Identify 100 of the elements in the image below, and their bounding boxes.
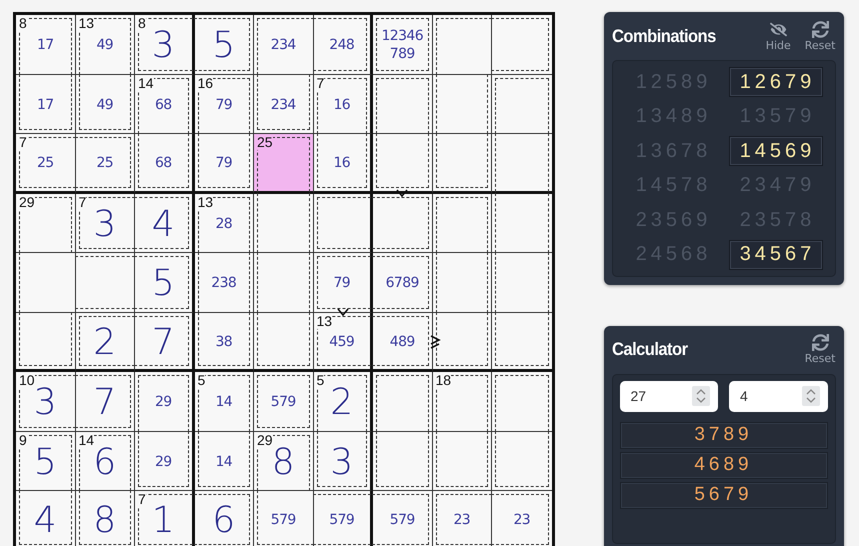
grid-cell[interactable]: 238 — [194, 253, 254, 312]
grid-cell[interactable] — [373, 134, 432, 194]
spin-button[interactable] — [692, 386, 710, 406]
cage-sum: 13 — [78, 16, 94, 31]
grid-cell[interactable]: 23 — [492, 491, 552, 546]
cage-sum: 16 — [198, 76, 214, 90]
candidates: 489 — [390, 332, 415, 351]
cell-value: 6 — [212, 503, 236, 540]
cell-value: 3 — [34, 385, 57, 422]
candidates: 579 — [270, 511, 296, 530]
candidates: 17 — [36, 96, 54, 114]
grid-cell[interactable]: 489 — [373, 312, 432, 372]
cell-value: 1 — [152, 503, 175, 540]
grid-cell[interactable]: 5 — [194, 15, 254, 74]
eye-slash-icon — [770, 20, 787, 38]
grid-cell[interactable]: 14 — [194, 432, 254, 491]
grid-cell[interactable]: 79 — [314, 253, 373, 312]
grid-cell[interactable] — [432, 312, 492, 372]
candidates: 23 — [513, 511, 530, 530]
grid-cell[interactable]: 3 — [314, 432, 373, 491]
grid-cell[interactable]: 579 — [314, 491, 373, 546]
grid-cell[interactable]: 12346 789 — [373, 15, 432, 74]
grid-cell[interactable] — [432, 134, 492, 194]
reset-button[interactable]: Reset — [804, 334, 836, 365]
grid-cell[interactable]: 2 — [76, 312, 135, 372]
grid-cell[interactable] — [254, 312, 314, 372]
grid-cell[interactable]: 29 — [135, 372, 194, 432]
candidates: 79 — [215, 154, 232, 172]
grid-cell[interactable]: 49 — [76, 74, 135, 134]
candidates: 234 — [270, 96, 296, 114]
grid-cell[interactable]: 29 — [135, 432, 194, 491]
candidates: 579 — [270, 393, 296, 412]
grid-cell[interactable]: 7 — [135, 312, 194, 372]
cage-sum: 14 — [78, 432, 94, 448]
cell-value: 5 — [152, 266, 175, 302]
combination[interactable]: 34567 — [728, 240, 822, 270]
candidates: 25 — [36, 154, 54, 172]
grid-cell[interactable] — [492, 312, 552, 372]
grid-cell[interactable]: 6789 — [373, 253, 432, 312]
grid-cell[interactable]: 13 459 — [314, 312, 373, 372]
grid-cell[interactable]: 38 — [194, 312, 254, 372]
grid-cell[interactable]: 579 — [254, 372, 314, 432]
result-combination: 3789 — [620, 422, 828, 448]
cell-value: 6 — [93, 444, 116, 481]
candidates: 579 — [390, 511, 415, 530]
grid-cell[interactable]: 29 — [16, 194, 76, 253]
grid-cell[interactable] — [16, 312, 76, 372]
hide-button[interactable]: Hide — [766, 20, 791, 52]
grid-cell[interactable]: 7 — [76, 372, 135, 432]
combination[interactable]: 14569 — [728, 136, 822, 166]
grid-cell[interactable]: 7 25 — [16, 134, 76, 194]
candidates: 79 — [333, 274, 350, 292]
cage-sum: 7 — [19, 135, 27, 150]
grid-cell[interactable]: 7 16 — [314, 74, 373, 134]
refresh-icon — [812, 334, 829, 351]
cell-value: 2 — [93, 324, 116, 361]
grid-cell[interactable]: 6 — [194, 491, 254, 546]
cage-sum: 18 — [436, 373, 452, 388]
candidates: 12346 789 — [381, 27, 424, 64]
grid-cell[interactable]: 5 14 — [194, 372, 254, 432]
grid-cell[interactable]: 68 — [135, 134, 194, 194]
candidates: 14 — [215, 393, 232, 412]
grid-cell[interactable]: 579 — [254, 491, 314, 546]
cage-sum: 13 — [316, 314, 332, 328]
cage-sum: 29 — [19, 194, 35, 210]
grid-cell[interactable]: 18 — [432, 372, 492, 432]
grid-cell[interactable]: 25 — [254, 134, 314, 194]
grid-cell[interactable]: 14 68 — [135, 74, 194, 134]
cell-value: 4 — [34, 503, 57, 540]
cage-sum: 8 — [19, 16, 27, 31]
reset-button[interactable]: Reset — [804, 20, 836, 52]
candidates: 17 — [36, 36, 54, 54]
grid-cell[interactable]: 16 — [314, 134, 373, 194]
grid-cell[interactable]: 4 — [16, 491, 76, 546]
grid-cell[interactable]: 25 — [76, 134, 135, 194]
candidates: 579 — [329, 511, 354, 530]
grid-cell[interactable]: 17 — [16, 74, 76, 134]
cell-value: 7 — [93, 385, 116, 422]
cage-sum: 13 — [198, 194, 214, 210]
cage-outline — [491, 494, 548, 544]
panel-title: Combinations — [612, 26, 717, 46]
cage-sum: 5 — [198, 373, 206, 388]
grid-cell[interactable]: 16 79 — [194, 74, 254, 134]
grid-cell[interactable]: 5 — [135, 253, 194, 312]
result-combination: 4689 — [620, 452, 828, 478]
grid-cell[interactable]: 4 — [135, 194, 194, 253]
candidates: 29 — [154, 452, 172, 471]
candidates: 14 — [215, 452, 232, 471]
combination[interactable]: 12679 — [728, 67, 822, 97]
candidates: 16 — [333, 154, 350, 172]
grid-cell[interactable]: 23 — [432, 491, 492, 546]
grid-cell[interactable]: 248 — [314, 15, 373, 74]
cage-sum: 10 — [19, 373, 35, 388]
grid-cell[interactable]: 8 17 — [16, 15, 76, 74]
grid-cell[interactable]: 13 28 — [194, 194, 254, 253]
grid-cell[interactable]: 234 — [254, 15, 314, 74]
spin-button[interactable] — [802, 386, 820, 406]
grid-cell[interactable]: 8 — [76, 491, 135, 546]
grid-cell[interactable]: 579 — [373, 491, 432, 546]
grid-cell[interactable]: 13 49 — [76, 15, 135, 74]
